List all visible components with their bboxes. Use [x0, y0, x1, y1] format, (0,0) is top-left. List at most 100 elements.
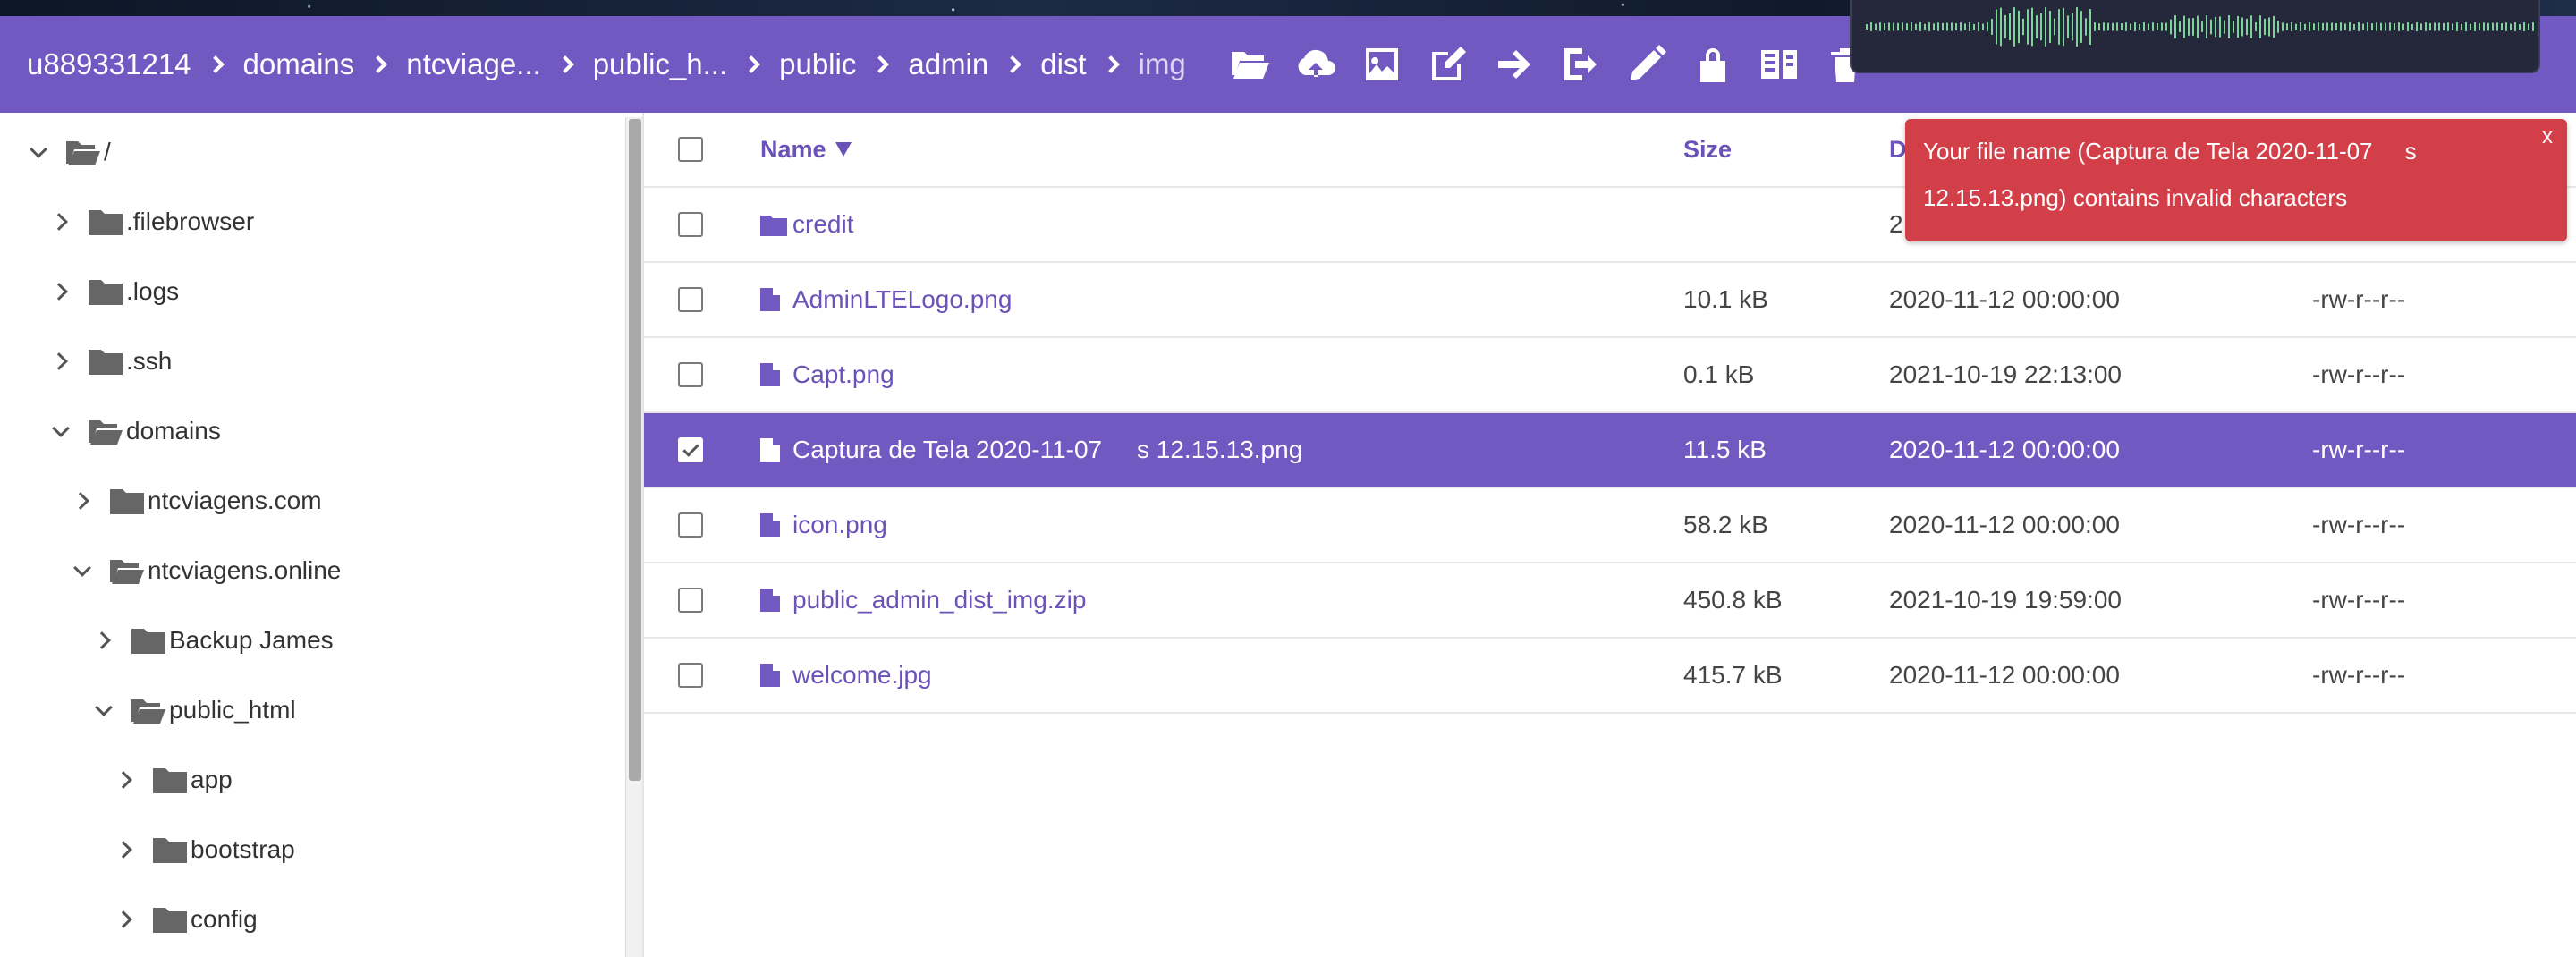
waveform-bar [2483, 22, 2485, 31]
chevron-right-icon[interactable] [49, 210, 72, 233]
waveform-bar [2514, 22, 2516, 31]
row-checkbox[interactable] [678, 212, 703, 237]
chevron-down-icon[interactable] [49, 419, 72, 443]
close-button[interactable]: x [2542, 126, 2553, 148]
breadcrumb-item[interactable]: dist [1040, 47, 1086, 81]
file-permissions: -rw-r--r-- [2312, 436, 2406, 463]
file-date: 2020-11-12 00:00:00 [1889, 436, 2120, 463]
waveform-bar [2049, 10, 2051, 44]
waveform-bar [2501, 23, 2503, 30]
arrow-right-icon[interactable] [1481, 31, 1547, 97]
waveform-bar [2304, 23, 2306, 30]
file-name-cell[interactable]: Captura de Tela 2020-11-07 s 12.15.13.pn… [760, 436, 1302, 464]
row-checkbox[interactable] [678, 663, 703, 688]
file-name: credit [792, 210, 854, 238]
waveform-bar [2148, 23, 2149, 30]
waveform-bar [2420, 23, 2422, 30]
waveform-bar [2429, 22, 2431, 31]
chevron-right-icon[interactable] [114, 838, 137, 861]
cloud-upload-icon[interactable] [1283, 31, 1349, 97]
file-date: 2020-11-12 00:00:00 [1889, 285, 2120, 313]
breadcrumb-item[interactable]: public_h... [593, 47, 727, 81]
lock-icon[interactable] [1680, 31, 1746, 97]
tree-item-root[interactable]: / [27, 117, 111, 187]
waveform-bar [2031, 7, 2033, 47]
column-header-size[interactable]: Size [1683, 136, 1732, 164]
table-row[interactable]: Capt.png 0.1 kB 2021-10-19 22:13:00 -rw-… [644, 338, 2576, 413]
tree-item-app[interactable]: app [114, 745, 233, 815]
tree-item-label: config [191, 905, 258, 933]
file-name-cell[interactable]: icon.png [760, 511, 887, 539]
waveform-bar [2309, 22, 2310, 31]
file-name-cell[interactable]: welcome.jpg [760, 661, 932, 690]
waveform-bar [1946, 22, 1948, 31]
select-all-checkbox[interactable] [678, 137, 703, 162]
chevron-right-icon[interactable] [71, 489, 94, 512]
tree-item-ssh[interactable]: .ssh [49, 326, 172, 396]
edit-icon[interactable] [1415, 31, 1481, 97]
tree-item-label: .ssh [126, 347, 173, 375]
table-row-selected[interactable]: Captura de Tela 2020-11-07 s 12.15.13.pn… [644, 413, 2576, 488]
waveform-bar [2313, 23, 2315, 30]
column-header-date[interactable]: D [1889, 136, 1907, 164]
tree-item-bootstrap[interactable]: bootstrap [114, 815, 295, 885]
waveform-bar [1902, 22, 1903, 31]
chevron-right-icon [742, 55, 761, 73]
waveform-bar [2385, 22, 2386, 31]
waveform-bar [2407, 22, 2409, 31]
chevron-right-icon [1101, 55, 1120, 73]
row-checkbox[interactable] [678, 287, 703, 312]
chevron-down-icon[interactable] [92, 699, 115, 722]
chevron-down-icon[interactable] [27, 140, 50, 164]
folder-tree: / .filebrowser .logs .ssh domains ntcvia… [0, 113, 642, 957]
row-checkbox[interactable] [678, 512, 703, 538]
chevron-right-icon[interactable] [49, 280, 72, 303]
column-header-name[interactable]: Name [760, 136, 852, 164]
row-checkbox[interactable] [678, 588, 703, 613]
image-icon[interactable] [1349, 31, 1415, 97]
tree-item-domains[interactable]: domains [49, 396, 221, 466]
breadcrumb-item[interactable]: domains [243, 47, 355, 81]
tree-item-backup-james[interactable]: Backup James [92, 606, 334, 675]
folder-open-icon[interactable] [1216, 31, 1283, 97]
file-name-cell[interactable]: Capt.png [760, 360, 894, 389]
breadcrumb-item[interactable]: ntcviage... [406, 47, 540, 81]
tree-item-public-html[interactable]: public_html [92, 675, 296, 745]
row-checkbox-checked[interactable] [678, 437, 703, 462]
table-row[interactable]: welcome.jpg 415.7 kB 2020-11-12 00:00:00… [644, 639, 2576, 714]
table-row[interactable]: AdminLTELogo.png 10.1 kB 2020-11-12 00:0… [644, 263, 2576, 338]
folder-open-icon [66, 139, 100, 165]
breadcrumb-item[interactable]: public [779, 47, 856, 81]
tree-item-ntcviagens-com[interactable]: ntcviagens.com [71, 466, 322, 536]
waveform-bar [2072, 13, 2073, 41]
scrollbar-thumb[interactable] [629, 119, 641, 781]
tree-item-logs[interactable]: .logs [49, 257, 179, 326]
file-name-cell[interactable]: AdminLTELogo.png [760, 285, 1012, 314]
waveform-bar [2130, 23, 2131, 30]
file-name-cell[interactable]: public_admin_dist_img.zip [760, 586, 1086, 614]
breadcrumb-item[interactable]: u889331214 [27, 47, 191, 81]
chevron-right-icon[interactable] [49, 350, 72, 373]
chevron-right-icon[interactable] [114, 908, 137, 931]
chevron-right-icon[interactable] [92, 629, 115, 652]
row-checkbox[interactable] [678, 362, 703, 387]
sidebar-scrollbar[interactable] [625, 117, 642, 957]
breadcrumb-item[interactable]: admin [908, 47, 988, 81]
tree-item-config[interactable]: config [114, 885, 258, 954]
table-row[interactable]: icon.png 58.2 kB 2020-11-12 00:00:00 -rw… [644, 488, 2576, 563]
waveform-bar [2286, 23, 2288, 30]
chevron-right-icon[interactable] [114, 768, 137, 792]
file-icon [760, 664, 780, 687]
tree-item-ntcviagens-online[interactable]: ntcviagens.online [71, 536, 341, 606]
logout-icon[interactable] [1547, 31, 1614, 97]
file-date: 2021-10-19 19:59:00 [1889, 586, 2122, 614]
file-name-cell[interactable]: credit [760, 210, 853, 239]
chevron-right-icon [555, 55, 574, 73]
waveform-bar [2157, 22, 2158, 31]
archive-icon[interactable] [1746, 31, 1812, 97]
tree-item-filebrowser[interactable]: .filebrowser [49, 187, 254, 257]
waveform-bar [1951, 22, 1953, 31]
chevron-down-icon[interactable] [71, 559, 94, 582]
table-row[interactable]: public_admin_dist_img.zip 450.8 kB 2021-… [644, 563, 2576, 639]
pencil-icon[interactable] [1614, 31, 1680, 97]
